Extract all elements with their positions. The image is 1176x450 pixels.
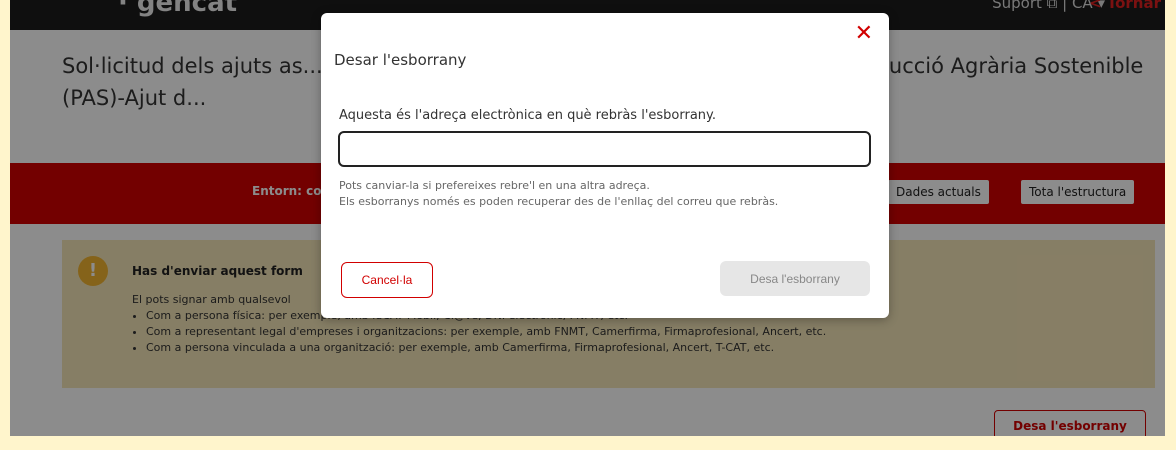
app-frame: · gencat Suport ⧉ | CA ▾ < Tornar Sol·li… [10,0,1165,436]
save-draft-dialog: ✕ Desar l'esborrany Aquesta és l'adreça … [321,13,889,318]
email-label: Aquesta és l'adreça electrònica en què r… [339,108,717,123]
close-icon[interactable]: ✕ [855,21,873,46]
cancel-button[interactable]: Cancel·la [341,262,433,298]
email-hint: Pots canviar-la si prefereixes rebre'l e… [339,178,778,210]
email-field[interactable] [338,131,871,167]
hint-line-2: Els esborranys només es poden recuperar … [339,195,779,208]
dialog-title: Desar l'esborrany [334,51,467,69]
hint-line-1: Pots canviar-la si prefereixes rebre'l e… [339,179,650,192]
dialog-save-button[interactable]: Desa l'esborrany [720,261,870,296]
